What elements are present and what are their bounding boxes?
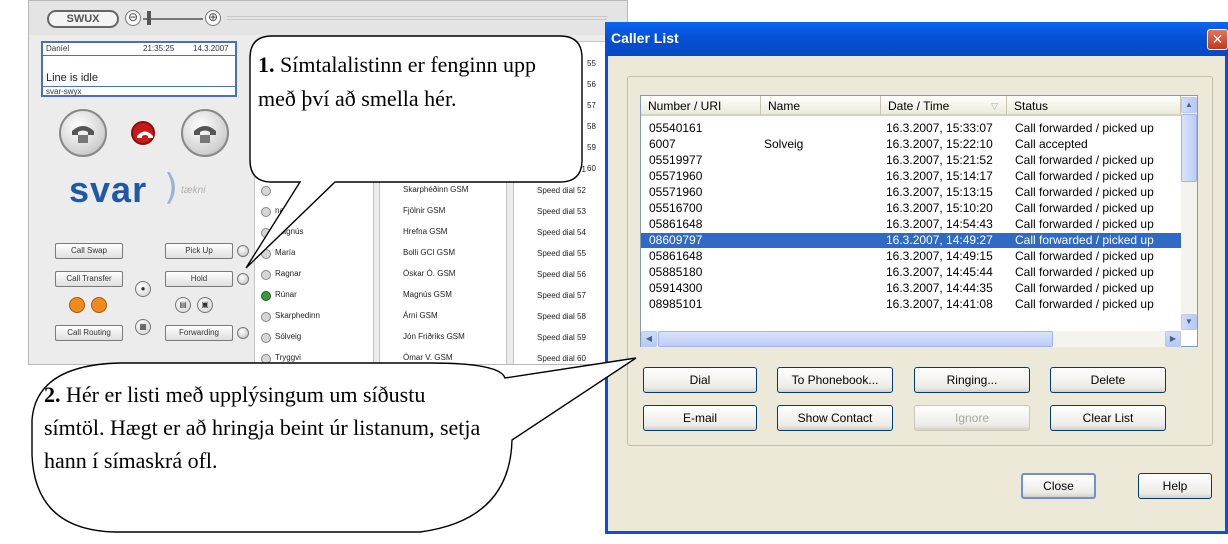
callout-1-text: 1. Símtalalistinn er fenginn upp með því… — [258, 48, 576, 116]
callout-2-body: Hér er listi með upplýsingum um síðustu … — [44, 382, 481, 473]
callout-2-text: 2. Hér er listi með upplýsingum um síðus… — [44, 378, 484, 477]
callout-1-number: 1. — [258, 52, 275, 77]
callout-2-number: 2. — [44, 382, 61, 407]
callout-1-body: Símtalalistinn er fenginn upp með því að… — [258, 52, 537, 111]
